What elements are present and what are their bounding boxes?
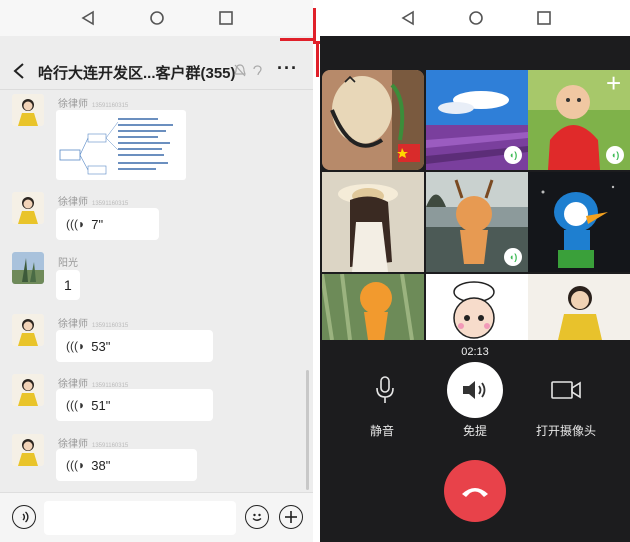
voice-input-toggle-icon[interactable]: [12, 505, 36, 529]
mindmap-thumbnail: [59, 118, 173, 175]
input-bar: [0, 492, 313, 542]
nav-back-icon[interactable]: [400, 10, 416, 26]
ear-icon: [253, 65, 262, 76]
participant-tile[interactable]: [322, 70, 424, 170]
participant-tile[interactable]: [426, 274, 528, 340]
nav-recents-icon[interactable]: [536, 10, 552, 26]
participant-tile[interactable]: [322, 172, 424, 272]
voice-wave-icon: ◖))): [66, 217, 86, 231]
camera-button[interactable]: [538, 362, 594, 418]
message-input[interactable]: [44, 501, 236, 535]
hang-up-phone-icon: [462, 488, 488, 497]
microphone-icon: [376, 376, 394, 403]
speaking-mic-icon: ◖): [606, 146, 624, 164]
more-menu-button[interactable]: ···: [277, 58, 298, 79]
avatar[interactable]: [12, 252, 44, 284]
left-phone-screen: 哈行大连开发区...客户群(355) ··· 徐律师 13591160315 徐…: [0, 0, 313, 542]
sender-name: 阳光: [58, 258, 78, 269]
avatar[interactable]: [12, 434, 44, 466]
add-participant-button[interactable]: +: [606, 70, 621, 99]
system-navigation-bar: [0, 0, 313, 36]
voice-message-bubble[interactable]: ◖))) 51": [56, 389, 213, 421]
sender-name: 徐律师 13591160315: [58, 439, 129, 450]
speaking-mic-icon: ◖): [504, 146, 522, 164]
participant-tile[interactable]: ◖): [426, 172, 528, 272]
avatar[interactable]: [12, 314, 44, 346]
nav-home-icon[interactable]: [149, 10, 165, 26]
participant-tile[interactable]: + ◖): [528, 70, 630, 170]
avatar[interactable]: [12, 94, 44, 126]
right-phone-screen: ◖) + ◖) ◖) 02:13 静音 免提 打开摄像头: [320, 0, 630, 542]
participant-tile[interactable]: ◖): [426, 70, 528, 170]
voice-wave-icon: ◖))): [66, 458, 86, 472]
speaking-mic-icon: ◖): [504, 248, 522, 266]
speaker-icon: [463, 381, 486, 399]
camera-label: 打开摄像头: [536, 424, 597, 438]
participant-tile[interactable]: [322, 274, 424, 340]
participant-tile[interactable]: [528, 274, 630, 340]
collapse-chevron-icon[interactable]: [344, 74, 356, 84]
voice-wave-icon: ◖))): [66, 339, 86, 353]
red-corner-mark: [313, 8, 316, 41]
video-camera-icon: [551, 381, 581, 399]
nav-home-icon[interactable]: [468, 10, 484, 26]
system-navigation-bar: [320, 0, 630, 36]
text-message-bubble[interactable]: 1: [56, 270, 80, 300]
voice-duration: 38": [91, 457, 111, 473]
voice-message-bubble[interactable]: ◖))) 53": [56, 330, 213, 362]
chat-title: 哈行大连开发区...客户群(355): [38, 65, 236, 82]
voice-duration: 51": [91, 397, 111, 413]
mute-bell-icon: [234, 64, 246, 77]
sender-name: 徐律师 13591160315: [58, 319, 129, 330]
scrollbar[interactable]: [306, 370, 309, 490]
speaker-button[interactable]: [447, 362, 503, 418]
back-arrow-icon[interactable]: [12, 62, 26, 80]
sender-name: 徐律师 13591160315: [58, 99, 129, 110]
message-list: 徐律师 13591160315 徐律师 13591160315 ◖))) 7" …: [0, 90, 313, 492]
hang-up-button[interactable]: [444, 460, 506, 522]
voice-wave-icon: ◖))): [66, 398, 86, 412]
sender-name: 徐律师 13591160315: [58, 379, 129, 390]
image-message[interactable]: [56, 110, 186, 180]
nav-back-icon[interactable]: [80, 10, 96, 26]
sender-name: 徐律师 13591160315: [58, 197, 129, 208]
voice-duration: 7": [91, 216, 104, 232]
video-participant-grid: ◖) + ◖) ◖): [320, 70, 630, 340]
avatar[interactable]: [12, 374, 44, 406]
voice-message-bubble[interactable]: ◖))) 38": [56, 449, 197, 481]
red-corner-mark: [316, 41, 319, 77]
emoji-icon[interactable]: [245, 505, 269, 529]
mute-button[interactable]: [357, 362, 413, 418]
call-timer: 02:13: [461, 346, 489, 358]
red-corner-mark: [280, 38, 316, 41]
add-more-icon[interactable]: [279, 505, 303, 529]
voice-message-bubble[interactable]: ◖))) 7": [56, 208, 159, 240]
voice-duration: 53": [91, 338, 111, 354]
speaker-label: 免提: [463, 424, 488, 438]
participant-tile[interactable]: [528, 172, 630, 272]
nav-recents-icon[interactable]: [218, 10, 234, 26]
avatar[interactable]: [12, 192, 44, 224]
mute-label: 静音: [370, 424, 395, 438]
chat-header: 哈行大连开发区...客户群(355) ···: [0, 52, 313, 90]
